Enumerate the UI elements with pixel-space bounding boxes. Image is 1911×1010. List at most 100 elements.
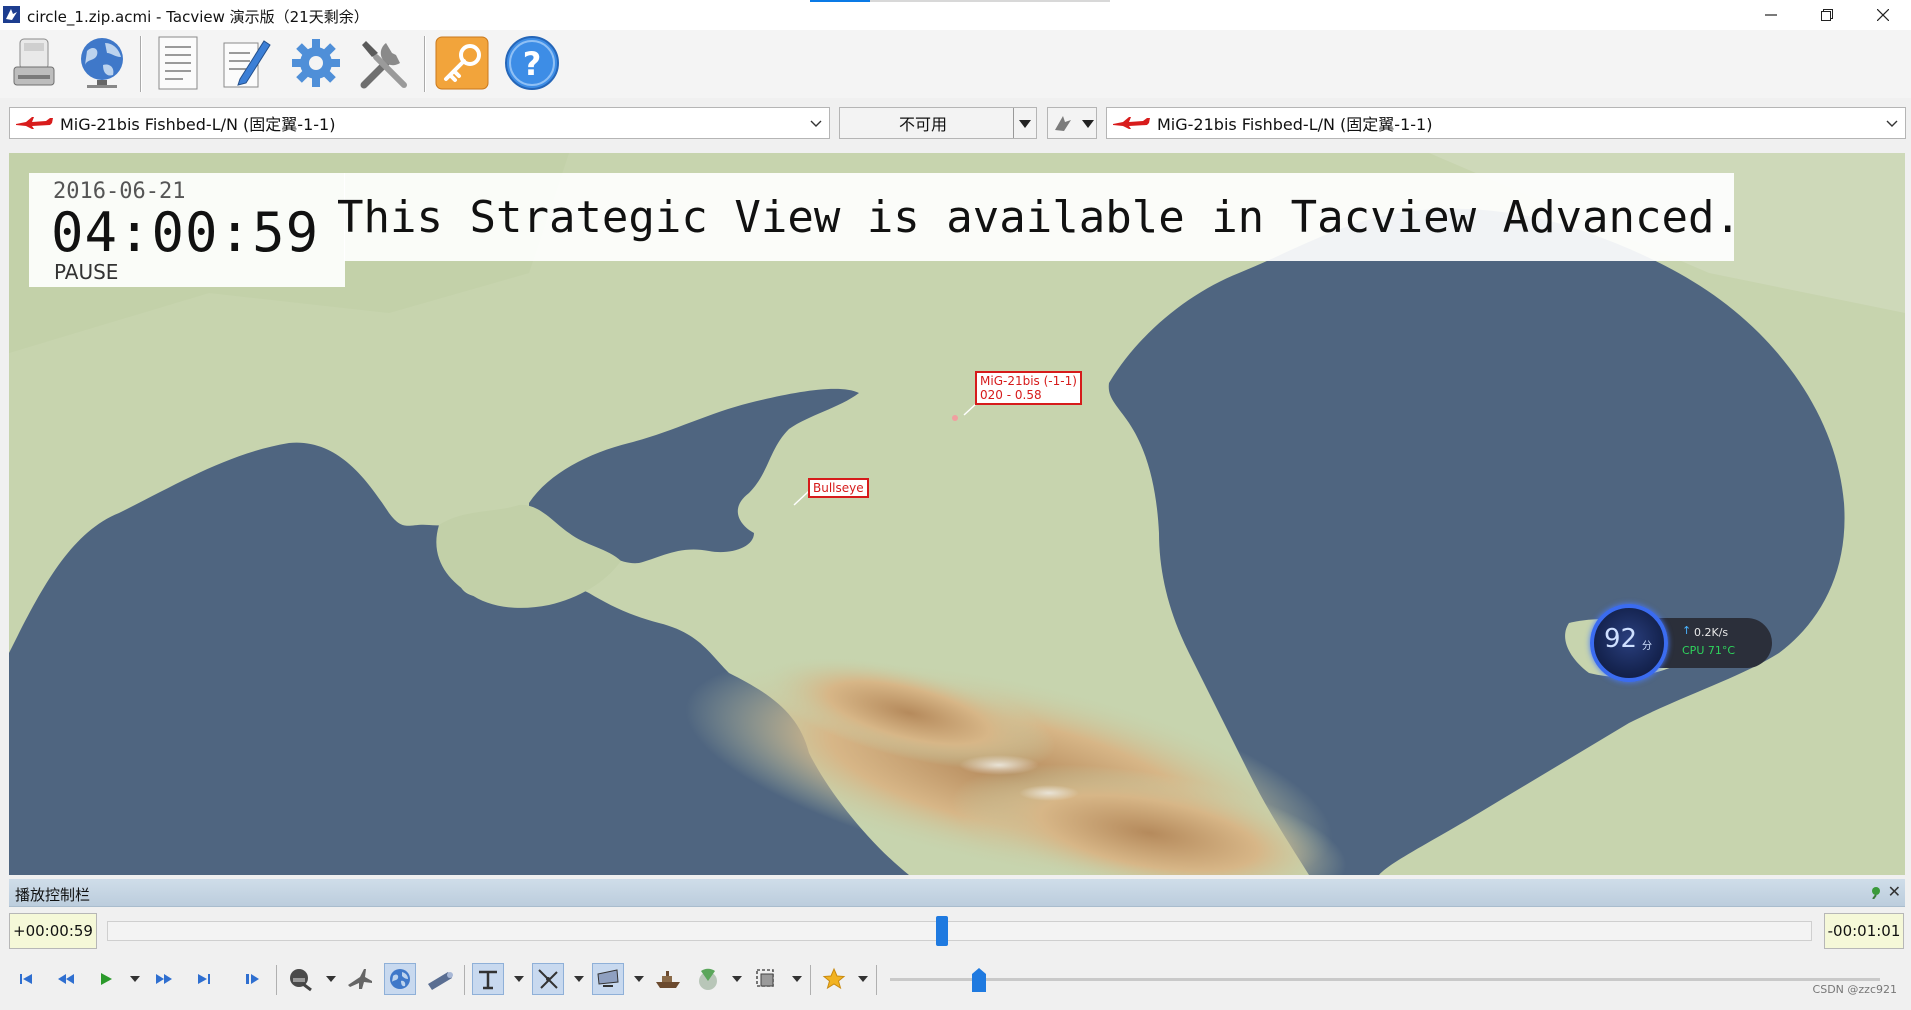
star-icon — [822, 967, 846, 990]
panel-close-icon[interactable]: ✕ — [1888, 882, 1901, 901]
globe-icon — [390, 969, 410, 989]
rewind-icon — [58, 974, 74, 984]
controls-separator — [276, 965, 277, 995]
main-toolbar: ? — [0, 30, 1911, 98]
cockpit-view-button[interactable] — [344, 963, 376, 995]
secondary-object-select[interactable]: MiG-21bis Fishbed-L/N (固定翼-1-1) — [1106, 107, 1906, 139]
settings-button[interactable] — [286, 33, 346, 93]
secondary-object-label: MiG-21bis Fishbed-L/N (固定翼-1-1) — [1157, 115, 1433, 134]
title-accent-line-gray — [870, 0, 1110, 2]
relation-dropdown-button[interactable] — [1013, 108, 1036, 138]
layers-button[interactable] — [750, 963, 782, 995]
tools-button[interactable] — [354, 33, 414, 93]
help-button[interactable]: ? — [502, 33, 562, 93]
restore-icon — [1821, 9, 1833, 21]
license-key-icon — [435, 36, 489, 90]
layers-icon — [756, 969, 774, 987]
controls-separator — [464, 965, 465, 995]
playback-controls: CSDN @zzc921 — [0, 957, 1911, 1002]
cpu-temperature: CPU 71°C — [1682, 644, 1736, 657]
save-drive-icon — [13, 38, 55, 86]
remaining-time: -00:01:01 — [1824, 913, 1904, 949]
timeline-bar: +00:00:59 -00:01:01 — [0, 907, 1911, 957]
go-to-start-button[interactable] — [10, 963, 42, 995]
bookmark-dropdown[interactable] — [858, 976, 868, 982]
skip-end-icon — [198, 974, 210, 984]
pilot-view-button[interactable] — [284, 963, 316, 995]
pilot-helmet-icon — [290, 969, 312, 992]
relation-select[interactable]: 不可用 — [839, 107, 1037, 139]
chevron-down-icon — [1886, 120, 1898, 127]
ground-unit-button[interactable] — [652, 963, 684, 995]
step-forward-button[interactable] — [236, 963, 268, 995]
aircraft-label[interactable]: MiG-21bis (-1-1) 020 - 0.58 — [975, 371, 1082, 405]
marker-tool-dropdown[interactable] — [514, 976, 524, 982]
document-button[interactable] — [148, 33, 208, 93]
primary-object-select[interactable]: MiG-21bis Fishbed-L/N (固定翼-1-1) — [9, 107, 830, 139]
pin-icon[interactable] — [1869, 885, 1883, 899]
timeline-track[interactable] — [107, 921, 1812, 941]
score-value: 92 — [1604, 624, 1638, 654]
layers-dropdown[interactable] — [792, 976, 802, 982]
elapsed-time: +00:00:59 — [9, 913, 97, 949]
edit-notes-icon — [223, 40, 271, 88]
license-button[interactable] — [432, 33, 492, 93]
play-button[interactable] — [90, 963, 122, 995]
settings-gear-icon — [292, 39, 340, 87]
jet-icon — [348, 969, 372, 989]
bookmark-button[interactable] — [818, 963, 850, 995]
strategic-map-view[interactable]: 2016-06-21 04:00:59 PAUSE This Strategic… — [9, 153, 1905, 875]
bullseye-label[interactable]: Bullseye — [808, 478, 869, 498]
tacview-app-icon — [3, 6, 20, 23]
restore-button[interactable] — [1799, 0, 1855, 30]
relation-label: 不可用 — [898, 115, 947, 134]
score-unit: 分 — [1642, 641, 1652, 652]
triangle-down-icon — [1082, 120, 1094, 128]
network-button[interactable] — [72, 33, 132, 93]
global-view-button[interactable] — [384, 963, 416, 995]
playback-panel-header: 播放控制栏 ✕ — [9, 879, 1905, 907]
fast-forward-button[interactable] — [148, 963, 180, 995]
system-monitor-widget[interactable]: 92 分 ↑ 0.2K/s CPU 71°C — [1590, 604, 1772, 682]
controls-separator — [810, 965, 811, 995]
radar-dropdown[interactable] — [732, 976, 742, 982]
measure-tool-button[interactable] — [532, 963, 564, 995]
skip-start-icon — [20, 974, 32, 984]
radar-icon — [699, 968, 717, 990]
display-options-button[interactable] — [592, 963, 624, 995]
aircraft-label-info: 020 - 0.58 — [980, 388, 1042, 402]
pilot-view-dropdown[interactable] — [326, 976, 336, 982]
radar-button[interactable] — [692, 963, 724, 995]
toolbar-separator — [424, 36, 426, 92]
monitor-icon — [597, 969, 619, 987]
title-accent-line — [810, 0, 870, 2]
display-options-dropdown[interactable] — [634, 976, 644, 982]
close-button[interactable] — [1855, 0, 1911, 30]
title-bar: circle_1.zip.acmi - Tacview 演示版（21天剩余） — [0, 0, 1911, 30]
step-frame-icon — [246, 974, 259, 984]
minimize-icon — [1765, 14, 1777, 16]
minimize-button[interactable] — [1743, 0, 1799, 30]
toolbar-separator — [140, 36, 142, 92]
measure-tool-dropdown[interactable] — [574, 976, 584, 982]
marker-tool-button[interactable] — [472, 963, 504, 995]
upload-arrow-icon: ↑ — [1682, 624, 1692, 637]
triangle-down-icon — [1019, 120, 1031, 128]
camera-mode-select[interactable] — [1047, 107, 1097, 139]
controls-separator — [876, 965, 877, 995]
advanced-feature-banner: This Strategic View is available in Tacv… — [337, 173, 1741, 261]
telescope-view-button[interactable] — [424, 963, 456, 995]
crossed-lines-icon — [538, 969, 558, 989]
globe-network-icon — [81, 38, 123, 88]
go-to-end-button[interactable] — [188, 963, 220, 995]
open-file-button[interactable] — [4, 33, 64, 93]
playback-speed-thumb[interactable] — [972, 968, 986, 992]
timeline-thumb[interactable] — [936, 916, 948, 946]
rewind-button[interactable] — [50, 963, 82, 995]
playback-state: PAUSE — [54, 260, 119, 284]
play-options-dropdown[interactable] — [130, 976, 140, 982]
playback-speed-track[interactable] — [890, 978, 1880, 981]
mission-clock-panel: 2016-06-21 04:00:59 PAUSE — [29, 173, 345, 287]
notes-button[interactable] — [216, 33, 276, 93]
mission-time: 04:00:59 — [51, 201, 320, 264]
